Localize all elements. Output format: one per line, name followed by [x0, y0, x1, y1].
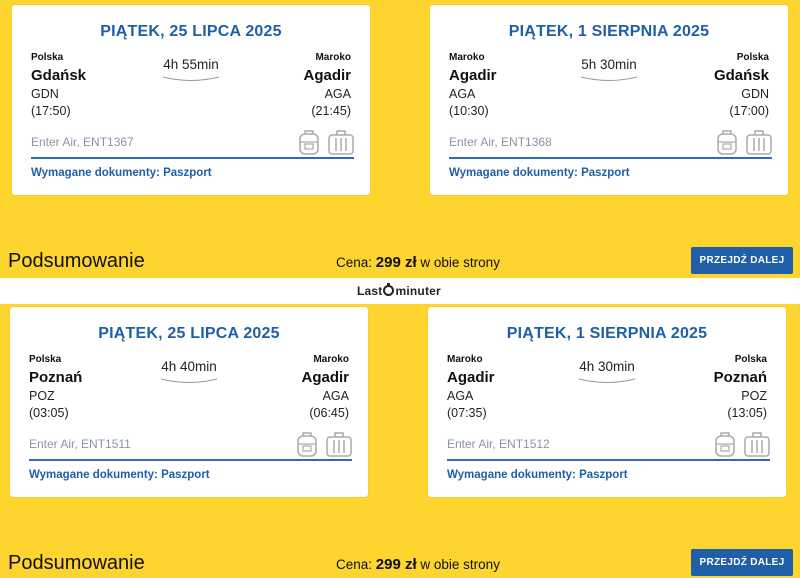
- divider: [449, 157, 772, 159]
- arrival-time: (06:45): [309, 406, 349, 420]
- arrival-city: Gdańsk: [713, 67, 769, 84]
- departure-time: (07:35): [447, 406, 487, 420]
- divider: [29, 459, 352, 461]
- price-label: Cena:: [336, 557, 376, 572]
- required-documents: Wymagane dokumenty: Paszport: [29, 469, 210, 481]
- arrival-airport-code: AGA: [322, 389, 349, 403]
- arrival-airport-code: GDN: [741, 87, 769, 101]
- departure-time: (10:30): [449, 104, 489, 118]
- flight-arc-icon: [578, 378, 636, 383]
- arrival-airport-code: POZ: [741, 389, 767, 403]
- arrival-city: Agadir: [301, 369, 349, 386]
- departure-airport-code: AGA: [449, 87, 476, 101]
- flight-arc-icon: [162, 76, 220, 81]
- price-suffix: w obie strony: [416, 255, 500, 270]
- price-line: Cena: 299 zł w obie strony: [336, 556, 500, 573]
- outbound-flight-card: PIĄTEK, 25 LIPCA 2025 Polska Poznań POZ …: [10, 307, 368, 497]
- flight-number: Enter Air, ENT1368: [449, 135, 552, 149]
- arrival-city: Poznań: [713, 369, 767, 386]
- arrival-airport-code: AGA: [324, 87, 351, 101]
- departure-airport-code: POZ: [29, 389, 55, 403]
- flight-date: PIĄTEK, 25 LIPCA 2025: [100, 23, 282, 40]
- proceed-button[interactable]: PRZEJDŹ DALEJ: [691, 247, 793, 274]
- outbound-flight-card: PIĄTEK, 25 LIPCA 2025 Polska Gdańsk GDN …: [12, 5, 370, 195]
- summary-heading: Podsumowanie: [8, 250, 145, 272]
- divider: [31, 157, 354, 159]
- departure-airport-code: AGA: [447, 389, 474, 403]
- departure-time: (03:05): [29, 406, 69, 420]
- required-documents: Wymagane dokumenty: Paszport: [31, 167, 212, 179]
- backpack-icon: [299, 130, 319, 155]
- lastminuter-logo: Last minuter: [357, 283, 441, 298]
- flight-date: PIĄTEK, 1 SIERPNIA 2025: [508, 23, 710, 40]
- arrival-time: (21:45): [311, 104, 351, 118]
- backpack-icon: [717, 130, 737, 155]
- flight-number: Enter Air, ENT1367: [31, 135, 134, 149]
- departure-time: (17:50): [31, 104, 71, 118]
- arrival-country: Maroko: [313, 354, 349, 365]
- flight-number: Enter Air, ENT1512: [447, 437, 550, 451]
- arrival-country: Polska: [734, 354, 767, 365]
- flight-number: Enter Air, ENT1511: [29, 437, 131, 451]
- flight-arc-icon: [160, 378, 218, 383]
- required-documents: Wymagane dokumenty: Paszport: [447, 469, 628, 481]
- price-value: 299 zł: [375, 254, 417, 271]
- price-line: Cena: 299 zł w obie strony: [336, 254, 500, 271]
- summary-heading: Podsumowanie: [8, 552, 145, 574]
- arrival-time: (17:00): [729, 104, 769, 118]
- proceed-button[interactable]: PRZEJDŹ DALEJ: [691, 549, 793, 576]
- price-value: 299 zł: [375, 556, 417, 573]
- arrival-time: (13:05): [727, 406, 767, 420]
- flight-arc-icon: [580, 76, 638, 81]
- arrival-country: Maroko: [315, 52, 351, 63]
- inbound-flight-card: PIĄTEK, 1 SIERPNIA 2025 Maroko Agadir AG…: [430, 5, 788, 195]
- suitcase-icon: [744, 432, 770, 457]
- logo-strip: Last minuter: [0, 278, 800, 304]
- backpack-icon: [715, 432, 735, 457]
- backpack-icon: [297, 432, 317, 457]
- departure-airport-code: GDN: [31, 87, 59, 101]
- inbound-flight-card: PIĄTEK, 1 SIERPNIA 2025 Maroko Agadir AG…: [428, 307, 786, 497]
- arrival-city: Agadir: [303, 67, 351, 84]
- suitcase-icon: [746, 130, 772, 155]
- price-suffix: w obie strony: [416, 557, 500, 572]
- suitcase-icon: [328, 130, 354, 155]
- flight-date: PIĄTEK, 25 LIPCA 2025: [98, 325, 280, 342]
- price-label: Cena:: [336, 255, 376, 270]
- flight-date: PIĄTEK, 1 SIERPNIA 2025: [506, 325, 708, 342]
- divider: [447, 459, 770, 461]
- required-documents: Wymagane dokumenty: Paszport: [449, 167, 630, 179]
- suitcase-icon: [326, 432, 352, 457]
- clock-icon: [383, 283, 395, 296]
- arrival-country: Polska: [736, 52, 769, 63]
